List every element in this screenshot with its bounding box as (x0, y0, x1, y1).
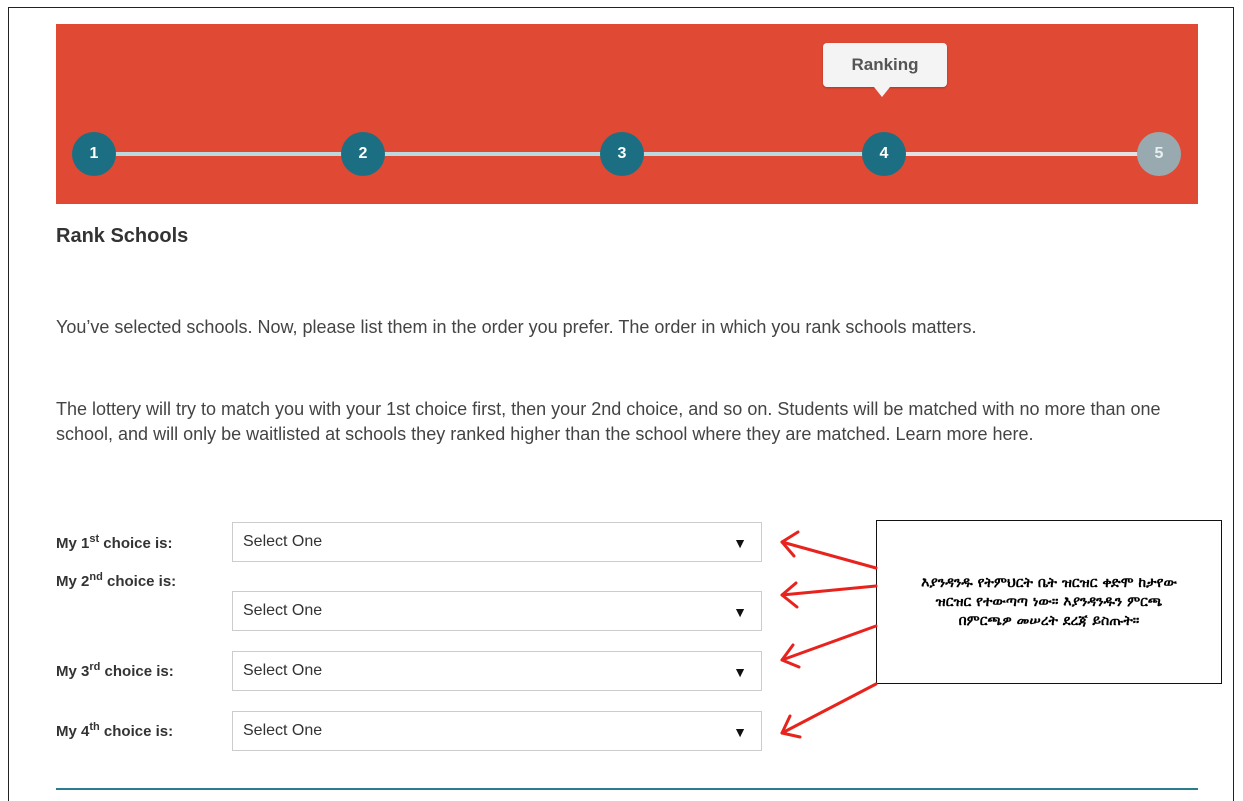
choice-4-label-suffix: choice is: (99, 723, 174, 740)
choice-3-label-prefix: My 3 (56, 663, 90, 680)
step-2-circle[interactable]: 2 (341, 132, 385, 176)
choice-2-label: My 2nd choice is: (56, 568, 216, 591)
intro-paragraph: You’ve selected schools. Now, please lis… (56, 317, 977, 337)
annotation-callout: እያንዳንዱ የትምህርት ቤት ዝርዝር ቀድሞ ከታየው ዝርዝር የተውጣ… (876, 520, 1222, 684)
progress-banner (56, 24, 1198, 204)
choice-2-ordinal: nd (89, 571, 103, 583)
step-tooltip: Ranking (823, 43, 947, 87)
step-3-circle[interactable]: 3 (600, 132, 644, 176)
choice-3-label: My 3rd choice is: (56, 658, 174, 681)
choice-2-label-prefix: My 2 (56, 573, 90, 590)
choice-1-selected-value: Select One (243, 533, 323, 550)
page-title: Rank Schools (56, 225, 189, 247)
choice-4-select[interactable]: Select One ▼ (232, 711, 762, 751)
choice-3-label-suffix: choice is: (100, 663, 174, 680)
choice-4-ordinal: th (89, 721, 100, 733)
progress-track-completed (94, 152, 884, 156)
choice-4-label: My 4th choice is: (56, 718, 173, 741)
choice-1-label-prefix: My 1 (56, 535, 90, 552)
section-divider (56, 788, 1198, 790)
choice-2-selected-value: Select One (243, 602, 323, 619)
choice-1-ordinal: st (89, 533, 100, 545)
choice-3-selected-value: Select One (243, 662, 323, 679)
step-5-circle: 5 (1137, 132, 1181, 176)
chevron-down-icon: ▼ (733, 724, 747, 740)
annotation-text: እያንዳንዱ የትምህርት ቤት ዝርዝር ቀድሞ ከታየው ዝርዝር የተውጣ… (921, 574, 1177, 629)
choice-2-label-suffix: choice is: (102, 573, 177, 590)
tooltip-pointer (874, 87, 890, 97)
progress-track-remaining (884, 152, 1158, 156)
step-1-circle[interactable]: 1 (72, 132, 116, 176)
chevron-down-icon: ▼ (733, 535, 747, 551)
choice-1-select[interactable]: Select One ▼ (232, 522, 762, 562)
choice-1-label: My 1st choice is: (56, 530, 173, 553)
choice-4-label-prefix: My 4 (56, 723, 90, 740)
choice-2-select[interactable]: Select One ▼ (232, 591, 762, 631)
lottery-paragraph: The lottery will try to match you with y… (56, 399, 1161, 444)
step-4-circle[interactable]: 4 (862, 132, 906, 176)
chevron-down-icon: ▼ (733, 604, 747, 620)
choice-1-label-suffix: choice is: (99, 535, 173, 552)
chevron-down-icon: ▼ (733, 664, 747, 680)
choice-4-selected-value: Select One (243, 722, 323, 739)
choice-3-ordinal: rd (89, 661, 101, 673)
choice-3-select[interactable]: Select One ▼ (232, 651, 762, 691)
